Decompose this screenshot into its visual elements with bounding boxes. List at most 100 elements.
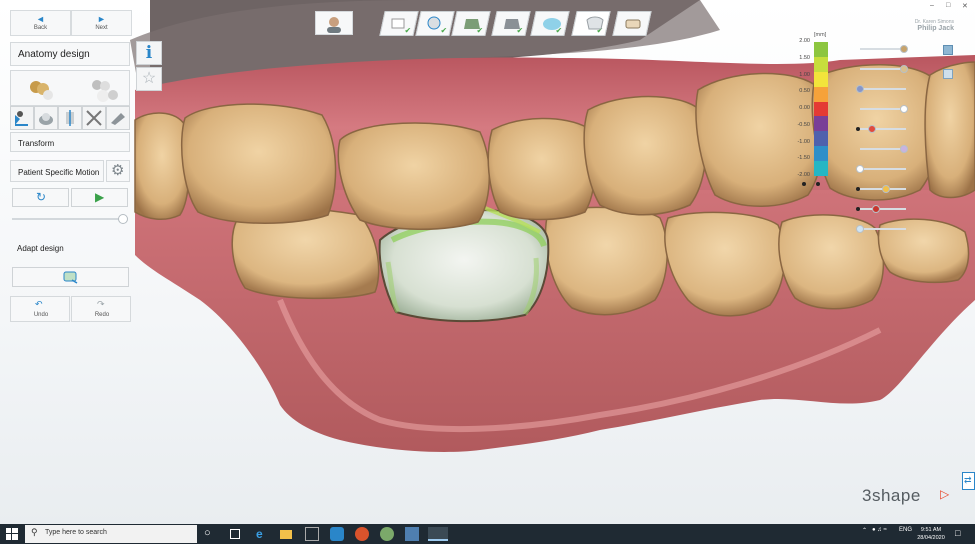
visibility-slider-gingiva[interactable]	[856, 184, 914, 194]
edge-browser-icon[interactable]: e	[256, 527, 270, 541]
tray-clock[interactable]: 9:51 AM 28/04/2020	[914, 526, 948, 542]
notification-icon[interactable]: □	[955, 528, 960, 538]
scale-color-segment	[814, 161, 828, 177]
patient-avatar-icon	[327, 17, 341, 33]
minimize-icon[interactable]: –	[930, 2, 934, 9]
visibility-slider-scanbody[interactable]	[856, 224, 914, 234]
visibility-slider-upper-jaw[interactable]	[856, 44, 914, 54]
tray-time: 9:51 AM	[920, 527, 942, 533]
view-side-icon[interactable]	[943, 45, 953, 55]
scale-marker-dot	[816, 182, 820, 186]
patient-button[interactable]	[315, 11, 353, 35]
scale-color-segment	[814, 131, 828, 147]
scale-color-segment	[814, 101, 828, 117]
maximize-icon[interactable]: □	[946, 2, 950, 9]
arrow-left-icon: ◄	[36, 14, 45, 24]
sculpt-icon	[39, 113, 53, 125]
scale-tick-label: -1.00	[797, 138, 810, 145]
favorite-button[interactable]: ☆	[136, 67, 162, 91]
psm-settings-button[interactable]: ⚙	[106, 160, 130, 182]
back-label: Back	[33, 25, 48, 31]
visibility-slider-distance-map[interactable]	[856, 144, 914, 154]
close-icon[interactable]: ✕	[962, 2, 968, 10]
visibility-slider-crown[interactable]	[856, 104, 914, 114]
wax-knife-icon	[111, 113, 125, 125]
file-explorer-icon[interactable]	[280, 530, 292, 539]
rotate-icon: ↻	[36, 190, 47, 204]
dental-designer-active-icon[interactable]	[428, 527, 448, 541]
anatomy-icon	[543, 18, 561, 30]
design-icon	[586, 16, 604, 30]
wax-knife-tool-tab[interactable]	[106, 106, 130, 130]
tray-language[interactable]: ENG	[899, 527, 912, 533]
arrow-right-icon: ►	[97, 14, 106, 24]
expand-icon: ⇄	[964, 475, 972, 485]
scale-tick-label: 1.50	[799, 54, 810, 61]
scale-color-segment	[814, 86, 828, 103]
undo-button[interactable]: ↶ Undo	[10, 296, 70, 322]
scale-color-segment	[814, 42, 828, 58]
adapt-icon	[63, 271, 78, 284]
tooth-app-icon[interactable]	[380, 527, 394, 541]
cortana-icon[interactable]: ○	[204, 527, 218, 541]
taskbar-search-box[interactable]: ⚲ Type here to search	[25, 525, 197, 543]
transform-label: Transform	[18, 139, 55, 148]
transform-section: Transform	[10, 132, 130, 152]
scale-tick-label: -2.00	[797, 172, 810, 178]
next-button[interactable]: ► Next	[71, 10, 132, 36]
prepare-icon	[391, 18, 405, 29]
motion-slider-track	[12, 218, 126, 220]
scale-tick-label: 2.00	[799, 38, 810, 44]
tray-date: 28/04/2020	[917, 535, 945, 541]
scale-color-segment	[814, 56, 828, 73]
view-front-icon[interactable]	[943, 69, 953, 79]
play-motion-button[interactable]: ▶	[71, 188, 128, 207]
workflow-step-icons	[391, 16, 641, 30]
tray-overflow-icon[interactable]: ⌃	[862, 527, 867, 534]
visibility-slider-die[interactable]	[856, 204, 914, 214]
tray-icons: ● ♫ ≈	[872, 527, 887, 533]
side-panel-toggle-button[interactable]: ⇄	[962, 472, 975, 490]
dental-desktop-icon[interactable]	[330, 527, 344, 541]
info-button[interactable]: i	[136, 41, 162, 65]
scale-tick-label: -0.50	[797, 121, 810, 128]
transform-icon	[15, 111, 28, 126]
windows-taskbar: ⚲ Type here to search ○ e ⌃ ● ♫ ≈ ENG 9:…	[0, 524, 975, 544]
visibility-slider-lower-jaw[interactable]	[856, 64, 914, 74]
redo-icon: ↷	[97, 299, 105, 309]
adapt-design-button[interactable]	[12, 267, 129, 287]
undo-icon: ↶	[35, 299, 43, 309]
visibility-slider-antagonist[interactable]	[856, 84, 914, 94]
brand-logo: 3shape ▷	[862, 486, 958, 508]
tooth-library-icon	[30, 80, 118, 102]
redo-label: Redo	[94, 312, 110, 318]
visibility-slider-preparation[interactable]	[856, 164, 914, 174]
windows-start-icon[interactable]	[6, 528, 18, 540]
sculpt-tool-tab[interactable]	[34, 106, 58, 130]
brand-logo-text: 3shape	[862, 486, 921, 505]
contact-tool-tab[interactable]	[58, 106, 82, 130]
app-icon[interactable]	[305, 527, 319, 541]
window-controls: – □ ✕	[927, 2, 975, 10]
viewer-app-icon[interactable]	[405, 527, 419, 541]
psm-section: Patient Specific Motion	[10, 160, 104, 182]
transform-tool-tab[interactable]	[10, 106, 34, 130]
user-line2: Philip Jack	[917, 25, 954, 32]
back-button[interactable]: ◄ Back	[10, 10, 71, 36]
anatomy-library-panel[interactable]	[10, 70, 130, 106]
reset-motion-button[interactable]: ↻	[12, 188, 69, 207]
search-placeholder: Type here to search	[45, 529, 107, 536]
motion-slider-knob[interactable]	[118, 214, 128, 224]
gear-icon: ⚙	[111, 162, 125, 179]
cutback-tool-tab[interactable]	[82, 106, 106, 130]
info-icon: i	[145, 43, 153, 63]
browser-icon[interactable]	[355, 527, 369, 541]
redo-button[interactable]: ↷ Redo	[71, 296, 131, 322]
section-title: Anatomy design	[10, 42, 130, 66]
scale-color-segment	[814, 116, 828, 132]
visibility-slider-margin[interactable]	[856, 124, 914, 134]
motion-slider[interactable]	[12, 214, 128, 224]
brand-triangle-icon: ▷	[940, 487, 950, 501]
play-icon: ▶	[95, 190, 105, 204]
task-view-icon[interactable]	[230, 529, 240, 539]
